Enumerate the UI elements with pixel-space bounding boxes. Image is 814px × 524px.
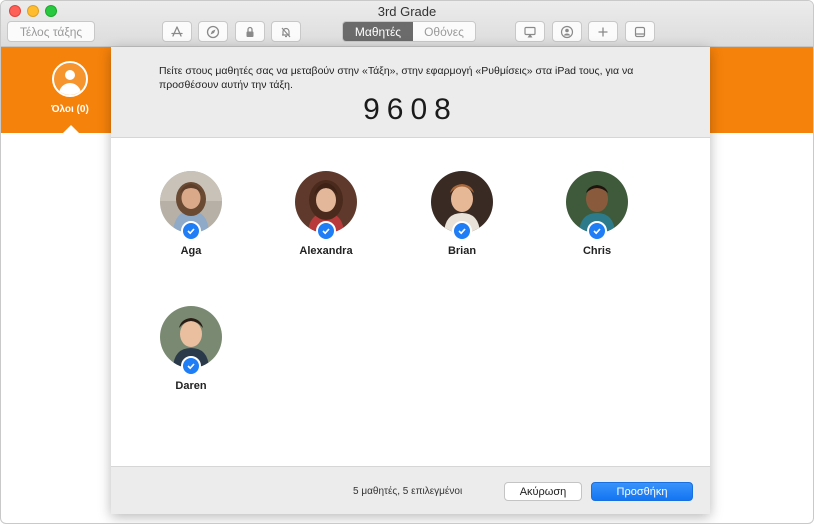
view-segmented-control: Μαθητές Οθόνες <box>342 21 476 42</box>
end-class-button[interactable]: Τέλος τάξης <box>7 21 95 42</box>
cancel-button[interactable]: Ακύρωση <box>504 482 582 501</box>
selected-check-icon <box>587 221 607 241</box>
student-tile-aga[interactable]: Aga <box>141 171 241 257</box>
student-photo <box>160 306 222 376</box>
selected-check-icon <box>316 221 336 241</box>
student-tile-daren[interactable]: Daren <box>141 306 241 392</box>
student-name: Chris <box>582 245 612 257</box>
tray-icon <box>634 26 646 37</box>
title-bar: 3rd Grade Τέλος τάξης Μαθητές Οθόνες <box>1 1 813 47</box>
group-all[interactable]: Όλοι (0) <box>41 61 99 115</box>
sheet-footer: 5 μαθητές, 5 επιλεγμένοι Ακύρωση Προσθήκ… <box>111 466 710 514</box>
tray-button[interactable] <box>625 21 655 42</box>
student-photo <box>160 171 222 241</box>
student-photo <box>295 171 357 241</box>
person-add-icon <box>560 25 574 38</box>
student-photo <box>431 171 493 241</box>
student-photo <box>566 171 628 241</box>
tab-students[interactable]: Μαθητές <box>343 22 413 41</box>
plus-icon <box>598 27 608 36</box>
sheet-header: Πείτε στους μαθητές σας να μεταβούν στην… <box>111 47 710 138</box>
student-name: Daren <box>175 380 207 392</box>
group-avatar-icon <box>52 61 88 97</box>
open-app-button[interactable] <box>162 21 192 42</box>
bell-off-icon <box>281 27 291 37</box>
airplay-button[interactable] <box>515 21 545 42</box>
add-students-sheet: Πείτε στους μαθητές σας να μεταβούν στην… <box>111 47 710 514</box>
instruction-text: Πείτε στους μαθητές σας να μεταβούν στην… <box>159 65 634 91</box>
selected-check-icon <box>181 221 201 241</box>
selected-check-icon <box>181 356 201 376</box>
add-button[interactable] <box>588 21 618 42</box>
selection-summary: 5 μαθητές, 5 επιλεγμένοι <box>353 486 463 497</box>
student-name: Brian <box>447 245 477 257</box>
student-name: Alexandra <box>299 245 353 257</box>
add-students-button[interactable]: Προσθήκη <box>591 482 693 501</box>
selected-check-icon <box>452 221 472 241</box>
class-window: 3rd Grade Τέλος τάξης Μαθητές Οθόνες Όλο… <box>0 0 814 524</box>
compass-icon <box>206 25 220 38</box>
apps-icon <box>171 25 183 37</box>
window-title: 3rd Grade <box>377 4 437 19</box>
student-tile-alexandra[interactable]: Alexandra <box>276 171 376 257</box>
lock-button[interactable] <box>235 21 265 42</box>
student-tile-chris[interactable]: Chris <box>547 171 647 257</box>
class-code: 9608 <box>363 93 458 126</box>
lock-icon <box>246 26 254 37</box>
add-student-button[interactable] <box>552 21 582 42</box>
group-label: Όλοι (0) <box>51 104 89 115</box>
tab-screens[interactable]: Οθόνες <box>413 22 475 41</box>
group-pointer <box>63 125 79 133</box>
student-name: Aga <box>180 245 202 257</box>
navigate-button[interactable] <box>198 21 228 42</box>
student-tile-brian[interactable]: Brian <box>412 171 512 257</box>
airplay-icon <box>524 26 536 37</box>
mute-button[interactable] <box>271 21 301 42</box>
